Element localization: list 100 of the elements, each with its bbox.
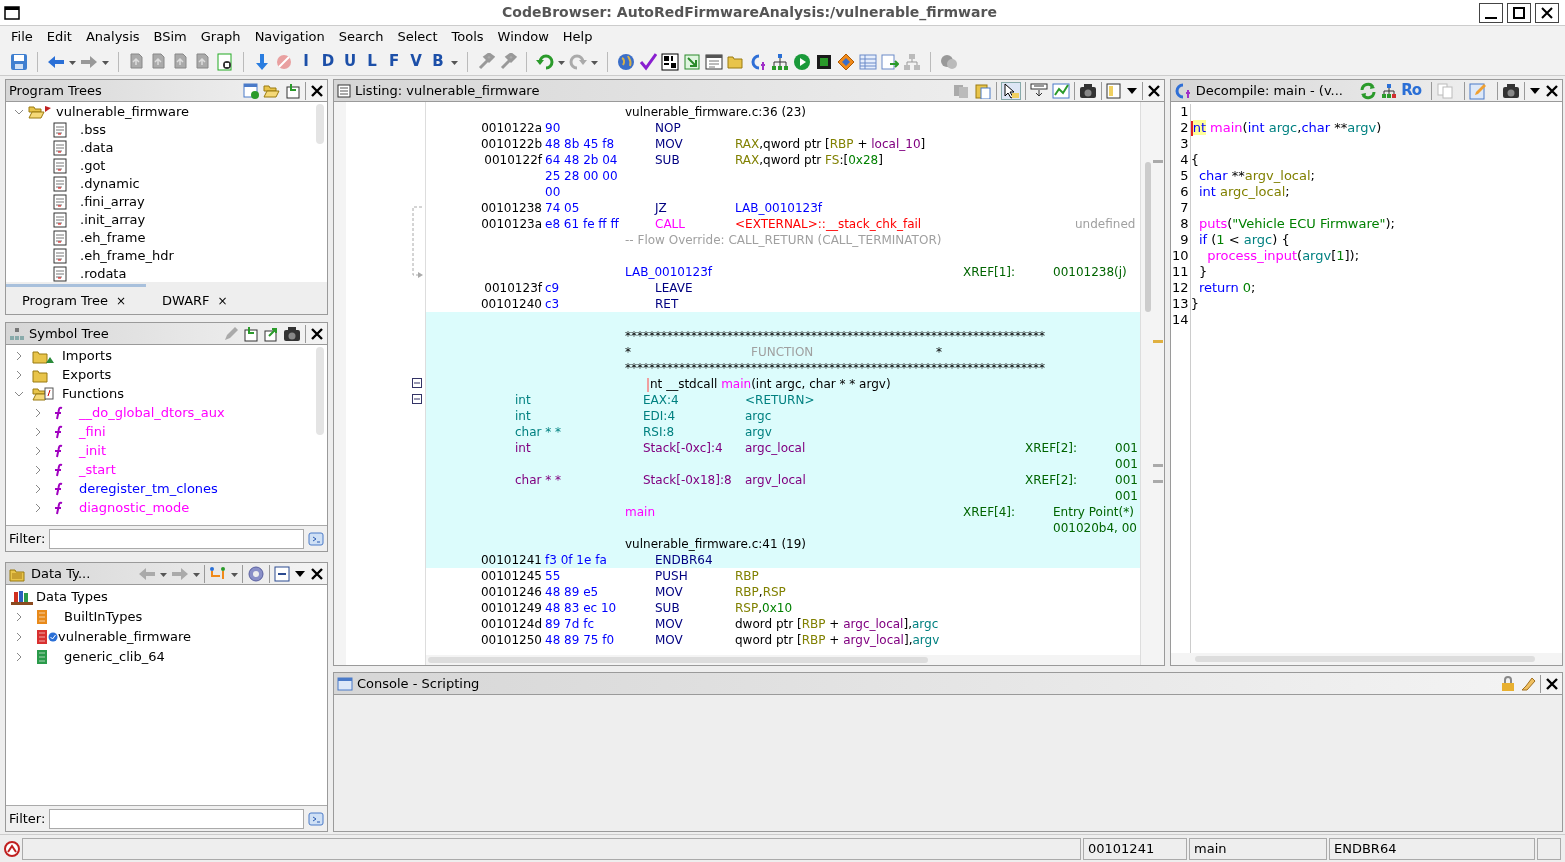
- overview-marker[interactable]: [1152, 464, 1163, 467]
- camera-icon[interactable]: [1078, 82, 1097, 99]
- listing-row[interactable]: 00: [426, 184, 1140, 200]
- function-icon[interactable]: [749, 52, 767, 71]
- function-name[interactable]: deregister_tm_clones: [79, 478, 218, 499]
- document-icon[interactable]: [216, 52, 234, 71]
- close-icon[interactable]: [1146, 83, 1161, 98]
- listing-row[interactable]: 0010123a e8 61 fe ff ff CALL <EXTERNAL>::__stack_chk_fail undefined: [426, 216, 1140, 232]
- refresh-icon[interactable]: [1359, 81, 1378, 100]
- field-layout-icon[interactable]: [1029, 82, 1048, 99]
- listing-row[interactable]: 00101241 f3 0f 1e fa ENDBR64: [426, 552, 1140, 568]
- grid-icon[interactable]: [661, 52, 679, 71]
- listing-row[interactable]: 001: [426, 456, 1140, 472]
- edit-icon[interactable]: [1469, 81, 1487, 100]
- tab-close[interactable]: ×: [217, 291, 228, 310]
- stop-icon[interactable]: [275, 52, 293, 71]
- listing-row[interactable]: **********************************************************************: [426, 328, 1140, 344]
- tree-item[interactable]: .init_array: [80, 210, 146, 230]
- diamond-icon[interactable]: [837, 52, 855, 71]
- panel-tab[interactable]: DWARF ×: [146, 284, 286, 314]
- filter-field[interactable]: [49, 808, 304, 829]
- toolbar-letter-button[interactable]: D: [319, 50, 337, 73]
- play-icon[interactable]: [793, 52, 811, 71]
- listing-row[interactable]: 0010123f c9 LEAVE: [426, 280, 1140, 296]
- maximize-button[interactable]: [1507, 2, 1531, 23]
- close-icon[interactable]: [1545, 676, 1559, 691]
- chevron-down-icon[interactable]: [14, 107, 24, 117]
- tree-item[interactable]: .data: [80, 138, 114, 158]
- listing-row[interactable]: 0010124d 89 7d fc MOV dword ptr [RBP + argc_local],argc: [426, 616, 1140, 632]
- checkmark-icon[interactable]: [639, 52, 657, 71]
- close-icon[interactable]: [310, 83, 324, 98]
- page-arrow-icon[interactable]: [881, 52, 899, 71]
- arrow-page-icon[interactable]: [285, 82, 301, 99]
- listing-row[interactable]: 0010122a 90 NOP: [426, 120, 1140, 136]
- close-icon[interactable]: [310, 326, 324, 341]
- down-arrow-icon[interactable]: [253, 52, 271, 71]
- diff-icon[interactable]: [1051, 82, 1070, 99]
- read-only-toggle[interactable]: Ro: [1401, 79, 1421, 102]
- listing-row[interactable]: 00101249 48 83 ec 10 SUB RSP,0x10: [426, 600, 1140, 616]
- collapse-icon[interactable]: [412, 394, 422, 404]
- listing-row[interactable]: 00101245 55 PUSH RBP: [426, 568, 1140, 584]
- merge-icon[interactable]: [209, 565, 227, 582]
- tree-item[interactable]: vulnerable_firmware: [56, 102, 190, 122]
- overview-marker[interactable]: [1152, 340, 1163, 343]
- filter-field[interactable]: [49, 528, 304, 549]
- menu-item[interactable]: Tools: [444, 27, 491, 47]
- listing-row[interactable]: int EDI:4 argc: [426, 408, 1140, 424]
- pencil-icon[interactable]: [223, 325, 239, 342]
- tree-item[interactable]: .dynamic: [80, 174, 140, 194]
- listing-row[interactable]: char * * Stack[-0x18]:8 argv_local XREF[2]: 001: [426, 472, 1140, 488]
- save-icon[interactable]: [10, 52, 28, 71]
- toolbar-letter-button[interactable]: U: [341, 50, 359, 73]
- window-icon[interactable]: [705, 52, 723, 71]
- wrench-icon[interactable]: [477, 52, 495, 71]
- tree-item[interactable]: .bss: [80, 120, 106, 140]
- export-icon[interactable]: [263, 325, 279, 342]
- listing-row[interactable]: * FUNCTION *: [426, 344, 1140, 360]
- minimize-button[interactable]: [1479, 2, 1503, 23]
- filter-options-icon[interactable]: [308, 810, 324, 827]
- tree-item[interactable]: .fini_array: [80, 192, 145, 212]
- tree-item[interactable]: Exports: [62, 364, 112, 385]
- close-icon[interactable]: [1545, 83, 1559, 98]
- chevron-right-icon[interactable]: [33, 464, 43, 475]
- chevron-right-icon[interactable]: [33, 426, 43, 437]
- toolbar-letter-button[interactable]: F: [385, 50, 403, 73]
- table-icon[interactable]: [859, 52, 877, 71]
- chevron-right-icon[interactable]: [33, 483, 43, 494]
- undo-arrow-icon[interactable]: [536, 52, 554, 71]
- tab-close[interactable]: ×: [116, 291, 127, 310]
- menu-item[interactable]: Help: [555, 27, 600, 47]
- new-tree-icon[interactable]: [243, 82, 259, 99]
- tree-item[interactable]: BuiltInTypes: [64, 607, 143, 627]
- listing-row[interactable]: vulnerable_firmware.c:36 (23): [426, 104, 1140, 120]
- close-button[interactable]: [1535, 2, 1559, 23]
- chip-icon[interactable]: [815, 52, 833, 71]
- menu-item[interactable]: Window: [490, 27, 556, 47]
- filter-options-icon[interactable]: [308, 530, 324, 547]
- close-icon[interactable]: [310, 566, 324, 581]
- help-bubble-icon[interactable]: [940, 52, 958, 71]
- collapse-icon[interactable]: [412, 378, 422, 388]
- tree-item[interactable]: .eh_frame: [80, 228, 146, 248]
- copy-icon[interactable]: [951, 82, 970, 99]
- listing-row[interactable]: 00101250 48 89 75 f0 MOV qword ptr [RBP + argv_local],argv: [426, 632, 1140, 648]
- menu-item[interactable]: Navigation: [247, 27, 332, 47]
- listing-row[interactable]: int Stack[-0xc]:4 argc_local XREF[2]: 001: [426, 440, 1140, 456]
- tree-icon[interactable]: [771, 52, 789, 71]
- toolbar-letter-button[interactable]: B: [429, 50, 447, 73]
- cursor-icon[interactable]: [1001, 82, 1020, 99]
- chevron-right-icon[interactable]: [14, 369, 24, 380]
- gear-icon[interactable]: [247, 564, 265, 583]
- overview-marker[interactable]: [1152, 480, 1163, 483]
- menu-item[interactable]: Select: [390, 27, 445, 47]
- eraser-icon[interactable]: [1520, 675, 1536, 692]
- arrow-page-icon[interactable]: [243, 325, 259, 342]
- paste-icon[interactable]: [973, 82, 992, 99]
- menu-item[interactable]: Edit: [39, 27, 79, 47]
- camera-icon[interactable]: [283, 325, 301, 342]
- tree-item[interactable]: .got: [80, 156, 106, 176]
- menu-item[interactable]: Search: [331, 27, 391, 47]
- listing-row[interactable]: nt __stdcall main(int argc, char * * argv): [426, 376, 1140, 392]
